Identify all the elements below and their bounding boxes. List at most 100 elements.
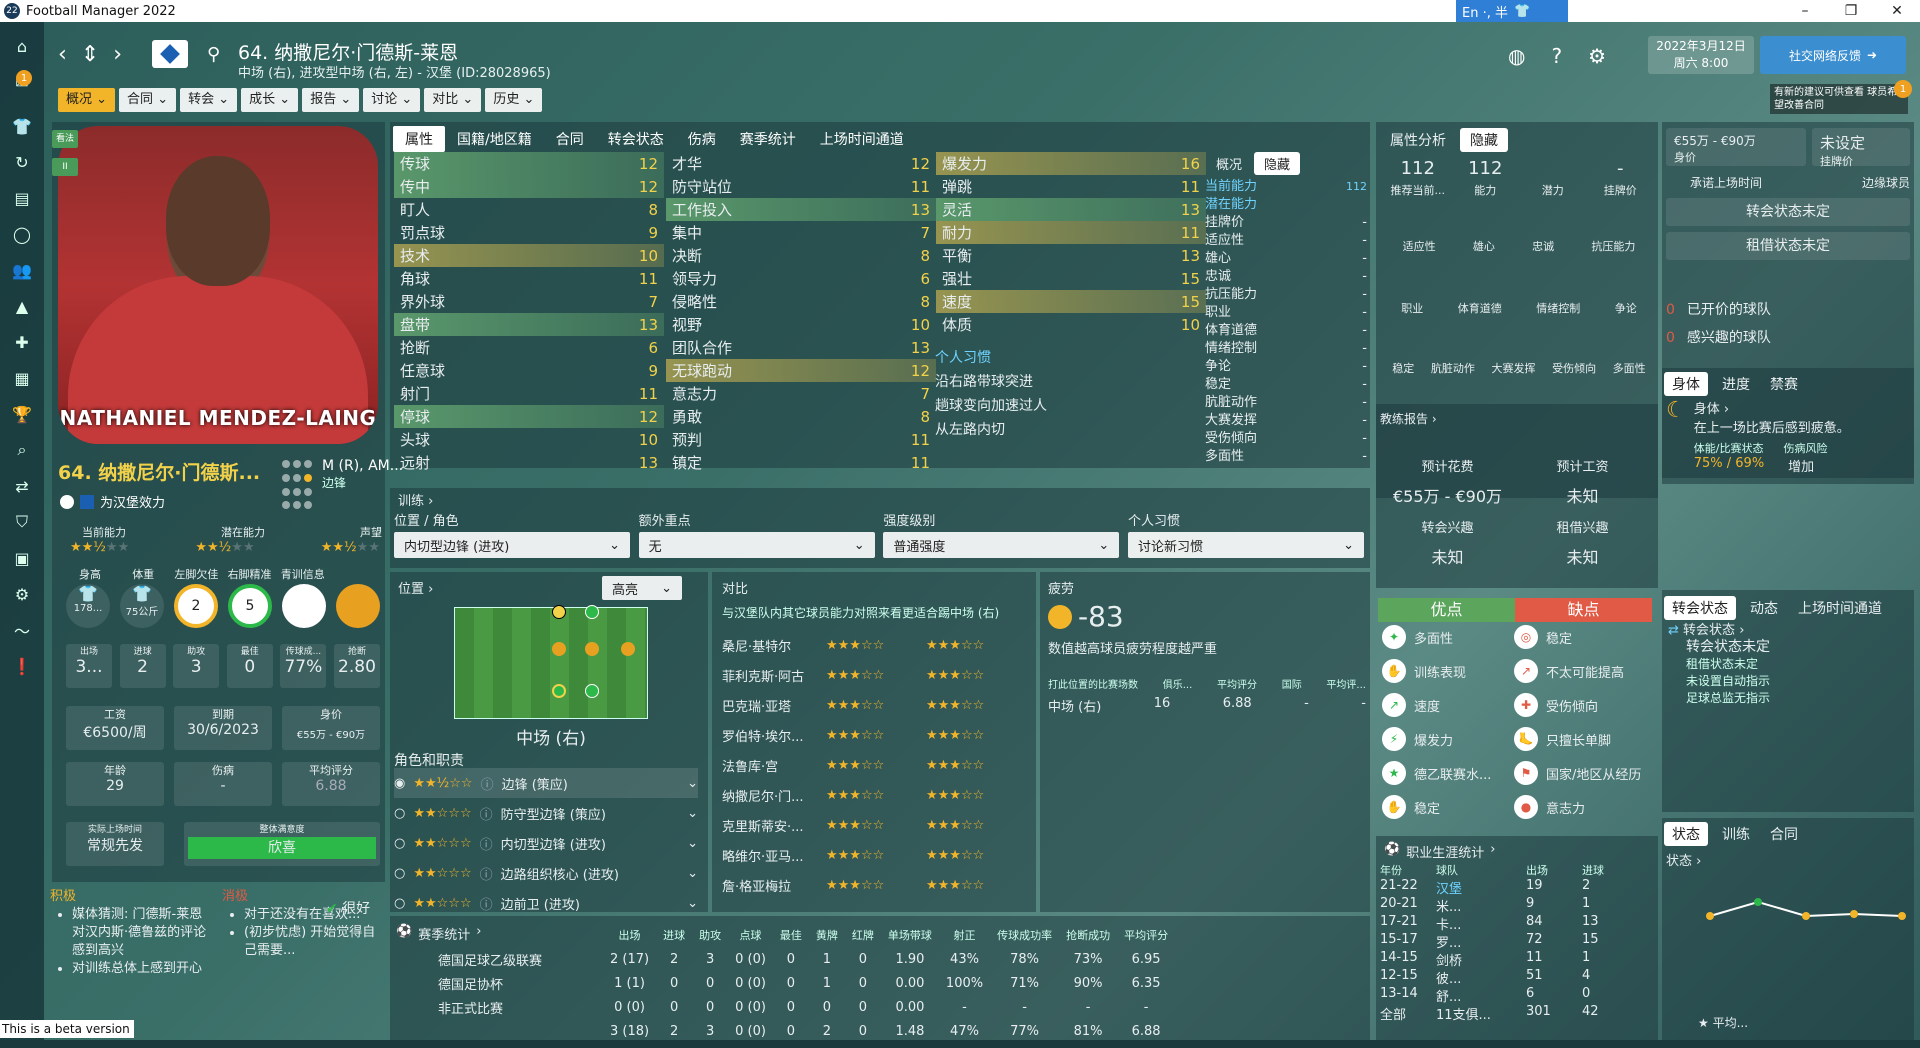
career-title[interactable]: ⚽ 职业生涯统计 › (1384, 842, 1495, 861)
attribute-row[interactable]: 速度 15 (936, 290, 1206, 313)
attribute-row[interactable]: 耐力 11 (936, 221, 1206, 244)
compare-row[interactable]: 菲利克斯·阿古 ★★★☆☆ ★★★☆☆ (722, 660, 1022, 690)
pause-tag[interactable]: II (52, 158, 78, 176)
attr-tab[interactable]: 赛季统计 (728, 126, 808, 152)
transfers-icon[interactable]: ⇄ (10, 474, 34, 498)
highlight-select[interactable]: 高亮 ⌄ (602, 576, 682, 600)
attr-tab[interactable]: 属性 (393, 126, 445, 152)
attribute-row[interactable]: 侵略性 8 (666, 290, 936, 313)
menu-item[interactable]: 对比 ⌄ (424, 88, 482, 112)
ime-indicator[interactable]: En ·, 半 👕 (1456, 0, 1568, 22)
tab-transfer-status[interactable]: 转会状态 (1664, 596, 1736, 620)
training-select[interactable]: 普通强度 ⌄ (883, 532, 1120, 558)
data-icon[interactable]: ▤ (10, 186, 34, 210)
training-select[interactable]: 无 ⌄ (638, 532, 875, 558)
compare-row[interactable]: 纳撒尼尔·门... ★★★☆☆ ★★★☆☆ (722, 780, 1022, 810)
pro-item[interactable]: ✋ 训练表现 (1382, 654, 1516, 688)
finance-icon[interactable]: ▣ (10, 546, 34, 570)
pro-item[interactable]: ✦ 多面性 (1382, 620, 1516, 654)
con-item[interactable]: ◎ 稳定 (1514, 620, 1654, 654)
attribute-row[interactable]: 勇敢 8 (666, 405, 936, 428)
updown-icon[interactable]: ⇕ (81, 42, 99, 67)
con-item[interactable]: 🦶 只擅长单脚 (1514, 722, 1654, 756)
con-item[interactable]: ✚ 受伤倾向 (1514, 688, 1654, 722)
compare-row[interactable]: 略维尔·亚马... ★★★☆☆ ★★★☆☆ (722, 840, 1022, 870)
tab-body[interactable]: 身体 (1664, 372, 1708, 396)
pro-item[interactable]: ✋ 稳定 (1382, 790, 1516, 824)
maximize-button[interactable]: ❐ (1828, 0, 1874, 22)
attribute-row[interactable]: 决断 8 (666, 244, 936, 267)
career-row[interactable]: 14-15 剑桥 11 1 (1380, 950, 1650, 968)
home-icon[interactable]: ⌂ (10, 34, 34, 58)
con-item[interactable]: ● 意志力 (1514, 790, 1654, 824)
tab-playtime[interactable]: 上场时间通道 (1792, 596, 1888, 620)
career-row[interactable]: 13-14 舒... 6 0 (1380, 986, 1650, 1004)
attribute-row[interactable]: 预判 11 (666, 428, 936, 451)
tab-suspension[interactable]: 禁赛 (1764, 372, 1804, 396)
career-row[interactable]: 12-15 彼... 51 4 (1380, 968, 1650, 986)
tab-analysis-hidden[interactable]: 隐藏 (1460, 128, 1508, 152)
dev-icon[interactable]: ⚙ (10, 582, 34, 606)
attribute-row[interactable]: 弹跳 11 (936, 175, 1206, 198)
tab-contract[interactable]: 合同 (1764, 822, 1804, 846)
role-row[interactable]: ○ ★★☆☆☆ ⓘ 内切型边锋 (进攻) ⌄ (394, 828, 698, 858)
con-item[interactable]: ⚑ 国家/地区从经历 (1514, 756, 1654, 790)
attr-tab[interactable]: 转会状态 (596, 126, 676, 152)
career-row[interactable]: 17-21 卡... 84 13 (1380, 914, 1650, 932)
training-select[interactable]: 内切型边锋 (进攻) ⌄ (394, 532, 630, 558)
trophy-icon[interactable]: 🏆 (10, 402, 34, 426)
role-row[interactable]: ◉ ★★½☆☆ ⓘ 边锋 (策应) ⌄ (394, 768, 698, 798)
calendar-icon[interactable]: ▦ (10, 366, 34, 390)
medical-icon[interactable]: ✚ (10, 330, 34, 354)
pro-item[interactable]: ★ 德乙联赛水... (1382, 756, 1516, 790)
view-tag[interactable]: 看法 (52, 130, 78, 148)
attribute-row[interactable]: 任意球 9 (394, 359, 664, 382)
role-row[interactable]: ○ ★★☆☆☆ ⓘ 防守型边锋 (策应) ⌄ (394, 798, 698, 828)
attribute-row[interactable]: 领导力 6 (666, 267, 936, 290)
schedule-icon[interactable]: ◯ (10, 222, 34, 246)
season-row[interactable]: 3 (18) 2 3 0 (0) 0 2 0 1.48 47% 77% 81% 6.88 (432, 1020, 1174, 1042)
attribute-row[interactable]: 镇定 11 (666, 451, 936, 474)
attribute-row[interactable]: 体质 10 (936, 313, 1206, 336)
compare-row[interactable]: 巴克瑞·亚塔 ★★★☆☆ ★★★☆☆ (722, 690, 1022, 720)
training-icon[interactable]: ▲ (10, 294, 34, 318)
menu-item[interactable]: 成长 ⌄ (241, 88, 299, 112)
attr-tab[interactable]: 上场时间通道 (808, 126, 916, 152)
attribute-row[interactable]: 传中 12 (394, 175, 664, 198)
club-icon[interactable]: ⛉ (10, 510, 34, 534)
back-icon[interactable]: ‹ (58, 42, 67, 67)
tab-hidden[interactable]: 隐藏 (1254, 152, 1301, 175)
attribute-row[interactable]: 平衡 13 (936, 244, 1206, 267)
tab-training[interactable]: 训练 (1716, 822, 1756, 846)
tab-attr-analysis[interactable]: 属性分析 (1384, 128, 1452, 152)
attribute-row[interactable]: 集中 7 (666, 221, 936, 244)
tab-news[interactable]: 动态 (1744, 596, 1784, 620)
pro-item[interactable]: ↗ 速度 (1382, 688, 1516, 722)
attribute-row[interactable]: 爆发力 16 (936, 152, 1206, 175)
attribute-row[interactable]: 抢断 6 (394, 336, 664, 359)
season-row[interactable]: 德国足球乙级联赛 2 (17) 2 3 0 (0) 0 1 0 1.90 43% 78% 73% 6.9… (432, 948, 1174, 970)
attribute-row[interactable]: 传球 12 (394, 152, 664, 175)
forward-icon[interactable]: › (113, 42, 122, 67)
attribute-row[interactable]: 停球 12 (394, 405, 664, 428)
compare-row[interactable]: 罗伯特·埃尔... ★★★☆☆ ★★★☆☆ (722, 720, 1022, 750)
attribute-row[interactable]: 意志力 7 (666, 382, 936, 405)
season-row[interactable]: 非正式比赛 0 (0) 0 0 0 (0) 0 0 0 0.00- - - - (432, 996, 1174, 1018)
attribute-row[interactable]: 无球跑动 12 (666, 359, 936, 382)
attribute-row[interactable]: 团队合作 13 (666, 336, 936, 359)
close-button[interactable]: ✕ (1874, 0, 1920, 22)
career-row[interactable]: 20-21 米... 9 1 (1380, 896, 1650, 914)
compare-row[interactable]: 桑尼·基特尔 ★★★☆☆ ★★★☆☆ (722, 630, 1022, 660)
search-icon[interactable]: ⚲ (207, 44, 220, 65)
scouting-icon[interactable]: ⌕ (10, 438, 34, 462)
attribute-row[interactable]: 技术 10 (394, 244, 664, 267)
attr-tab[interactable]: 伤病 (676, 126, 728, 152)
career-row[interactable]: 21-22 汉堡 19 2 (1380, 878, 1650, 896)
tab-overview[interactable]: 概况 (1210, 152, 1248, 175)
attr-tab[interactable]: 合同 (544, 126, 596, 152)
scout-title[interactable]: 教练报告 › (1380, 410, 1437, 427)
attribute-row[interactable]: 界外球 7 (394, 290, 664, 313)
role-row[interactable]: ○ ★★☆☆☆ ⓘ 边路组织核心 (进攻) ⌄ (394, 858, 698, 888)
training-title[interactable]: 训练 › (398, 490, 433, 509)
loan-status[interactable]: 租借状态未定 (1666, 232, 1910, 260)
